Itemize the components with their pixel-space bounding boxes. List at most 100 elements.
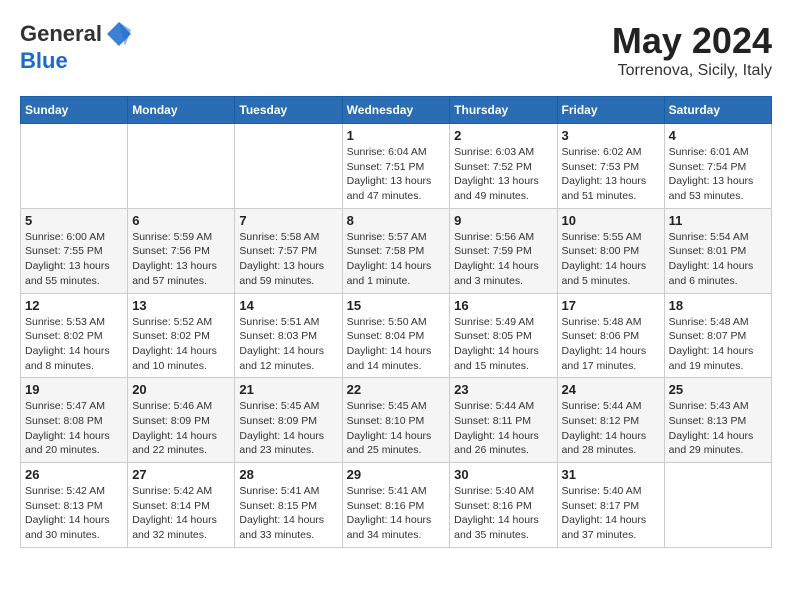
- calendar-cell: 3Sunrise: 6:02 AMSunset: 7:53 PMDaylight…: [557, 124, 664, 209]
- calendar-cell: 10Sunrise: 5:55 AMSunset: 8:00 PMDayligh…: [557, 208, 664, 293]
- day-info: Sunrise: 5:46 AMSunset: 8:09 PMDaylight:…: [132, 399, 230, 458]
- calendar-cell: 8Sunrise: 5:57 AMSunset: 7:58 PMDaylight…: [342, 208, 450, 293]
- page-header: General Blue May 2024 Torrenova, Sicily,…: [20, 20, 772, 80]
- calendar-week-row: 12 Sunrise: 5:53 AMSunset: 8:02 PMDayligh…: [21, 293, 772, 378]
- calendar-cell: 11 Sunrise: 5:54 AMSunset: 8:01 PMDayligh…: [664, 208, 771, 293]
- calendar-cell: 17 Sunrise: 5:48 AMSunset: 8:06 PMDayligh…: [557, 293, 664, 378]
- day-number: 21: [239, 382, 337, 397]
- day-info: Sunrise: 5:42 AMSunset: 8:14 PMDaylight:…: [132, 484, 230, 543]
- day-info: Sunrise: 5:47 AMSunset: 8:08 PMDaylight:…: [25, 399, 123, 458]
- day-info: Sunrise: 5:40 AMSunset: 8:16 PMDaylight:…: [454, 484, 552, 543]
- day-info: Sunrise: 5:55 AMSunset: 8:00 PMDaylight:…: [562, 230, 660, 289]
- calendar-cell: 23Sunrise: 5:44 AMSunset: 8:11 PMDayligh…: [450, 378, 557, 463]
- day-number: 5: [25, 213, 123, 228]
- day-header-tuesday: Tuesday: [235, 97, 342, 124]
- day-info: Sunrise: 5:43 AMSunset: 8:13 PMDaylight:…: [669, 399, 767, 458]
- day-info: Sunrise: 6:00 AMSunset: 7:55 PMDaylight:…: [25, 230, 123, 289]
- day-info: Sunrise: 5:58 AMSunset: 7:57 PMDaylight:…: [239, 230, 337, 289]
- calendar-cell: 9 Sunrise: 5:56 AMSunset: 7:59 PMDaylight…: [450, 208, 557, 293]
- calendar-cell: 24 Sunrise: 5:44 AMSunset: 8:12 PMDayligh…: [557, 378, 664, 463]
- logo-general-text: General: [20, 21, 102, 47]
- calendar-cell: 14 Sunrise: 5:51 AMSunset: 8:03 PMDayligh…: [235, 293, 342, 378]
- calendar-cell: 20 Sunrise: 5:46 AMSunset: 8:09 PMDayligh…: [128, 378, 235, 463]
- calendar-header-row: SundayMondayTuesdayWednesdayThursdayFrid…: [21, 97, 772, 124]
- calendar-cell: 26 Sunrise: 5:42 AMSunset: 8:13 PMDayligh…: [21, 463, 128, 548]
- location: Torrenova, Sicily, Italy: [612, 62, 772, 80]
- day-info: Sunrise: 5:53 AMSunset: 8:02 PMDaylight:…: [25, 315, 123, 374]
- day-number: 18: [669, 298, 767, 313]
- day-number: 24: [562, 382, 660, 397]
- calendar-cell: 30 Sunrise: 5:40 AMSunset: 8:16 PMDayligh…: [450, 463, 557, 548]
- day-number: 9: [454, 213, 552, 228]
- day-number: 4: [669, 128, 767, 143]
- day-info: Sunrise: 5:48 AMSunset: 8:06 PMDaylight:…: [562, 315, 660, 374]
- day-info: Sunrise: 5:50 AMSunset: 8:04 PMDaylight:…: [347, 315, 446, 374]
- day-number: 29: [347, 467, 446, 482]
- day-info: Sunrise: 5:44 AMSunset: 8:11 PMDaylight:…: [454, 399, 552, 458]
- day-number: 28: [239, 467, 337, 482]
- day-number: 22: [347, 382, 446, 397]
- day-info: Sunrise: 5:52 AMSunset: 8:02 PMDaylight:…: [132, 315, 230, 374]
- calendar-cell: [21, 124, 128, 209]
- calendar-cell: [664, 463, 771, 548]
- calendar-cell: 27 Sunrise: 5:42 AMSunset: 8:14 PMDayligh…: [128, 463, 235, 548]
- day-info: Sunrise: 6:03 AMSunset: 7:52 PMDaylight:…: [454, 145, 552, 204]
- calendar-cell: 31Sunrise: 5:40 AMSunset: 8:17 PMDayligh…: [557, 463, 664, 548]
- day-number: 12: [25, 298, 123, 313]
- day-number: 16: [454, 298, 552, 313]
- day-number: 20: [132, 382, 230, 397]
- calendar-cell: 19Sunrise: 5:47 AMSunset: 8:08 PMDayligh…: [21, 378, 128, 463]
- day-info: Sunrise: 5:56 AMSunset: 7:59 PMDaylight:…: [454, 230, 552, 289]
- day-info: Sunrise: 5:44 AMSunset: 8:12 PMDaylight:…: [562, 399, 660, 458]
- calendar-cell: 2 Sunrise: 6:03 AMSunset: 7:52 PMDaylight…: [450, 124, 557, 209]
- day-number: 8: [347, 213, 446, 228]
- day-number: 26: [25, 467, 123, 482]
- logo-blue-text: Blue: [20, 48, 133, 74]
- day-header-thursday: Thursday: [450, 97, 557, 124]
- calendar-cell: 4Sunrise: 6:01 AMSunset: 7:54 PMDaylight…: [664, 124, 771, 209]
- day-number: 6: [132, 213, 230, 228]
- day-number: 15: [347, 298, 446, 313]
- day-number: 14: [239, 298, 337, 313]
- calendar-cell: 1Sunrise: 6:04 AMSunset: 7:51 PMDaylight…: [342, 124, 450, 209]
- day-number: 17: [562, 298, 660, 313]
- day-header-friday: Friday: [557, 97, 664, 124]
- day-info: Sunrise: 5:42 AMSunset: 8:13 PMDaylight:…: [25, 484, 123, 543]
- calendar-cell: 28 Sunrise: 5:41 AMSunset: 8:15 PMDayligh…: [235, 463, 342, 548]
- calendar-week-row: 5 Sunrise: 6:00 AMSunset: 7:55 PMDaylight…: [21, 208, 772, 293]
- day-number: 30: [454, 467, 552, 482]
- day-info: Sunrise: 5:45 AMSunset: 8:09 PMDaylight:…: [239, 399, 337, 458]
- calendar-cell: 25 Sunrise: 5:43 AMSunset: 8:13 PMDayligh…: [664, 378, 771, 463]
- day-number: 27: [132, 467, 230, 482]
- calendar-cell: 7 Sunrise: 5:58 AMSunset: 7:57 PMDaylight…: [235, 208, 342, 293]
- day-number: 7: [239, 213, 337, 228]
- month-title: May 2024: [612, 20, 772, 62]
- calendar-cell: 5 Sunrise: 6:00 AMSunset: 7:55 PMDaylight…: [21, 208, 128, 293]
- calendar-cell: 22Sunrise: 5:45 AMSunset: 8:10 PMDayligh…: [342, 378, 450, 463]
- day-number: 2: [454, 128, 552, 143]
- calendar-cell: 13Sunrise: 5:52 AMSunset: 8:02 PMDayligh…: [128, 293, 235, 378]
- title-block: May 2024 Torrenova, Sicily, Italy: [612, 20, 772, 80]
- calendar-cell: 18 Sunrise: 5:48 AMSunset: 8:07 PMDayligh…: [664, 293, 771, 378]
- day-info: Sunrise: 5:54 AMSunset: 8:01 PMDaylight:…: [669, 230, 767, 289]
- day-info: Sunrise: 5:49 AMSunset: 8:05 PMDaylight:…: [454, 315, 552, 374]
- calendar-week-row: 26 Sunrise: 5:42 AMSunset: 8:13 PMDayligh…: [21, 463, 772, 548]
- calendar-cell: [235, 124, 342, 209]
- day-number: 11: [669, 213, 767, 228]
- calendar-cell: 29Sunrise: 5:41 AMSunset: 8:16 PMDayligh…: [342, 463, 450, 548]
- day-header-wednesday: Wednesday: [342, 97, 450, 124]
- day-info: Sunrise: 5:41 AMSunset: 8:15 PMDaylight:…: [239, 484, 337, 543]
- calendar-cell: 16 Sunrise: 5:49 AMSunset: 8:05 PMDayligh…: [450, 293, 557, 378]
- day-info: Sunrise: 6:04 AMSunset: 7:51 PMDaylight:…: [347, 145, 446, 204]
- day-number: 25: [669, 382, 767, 397]
- calendar-cell: 21 Sunrise: 5:45 AMSunset: 8:09 PMDayligh…: [235, 378, 342, 463]
- day-info: Sunrise: 5:48 AMSunset: 8:07 PMDaylight:…: [669, 315, 767, 374]
- day-info: Sunrise: 5:40 AMSunset: 8:17 PMDaylight:…: [562, 484, 660, 543]
- day-info: Sunrise: 5:51 AMSunset: 8:03 PMDaylight:…: [239, 315, 337, 374]
- calendar-cell: 12 Sunrise: 5:53 AMSunset: 8:02 PMDayligh…: [21, 293, 128, 378]
- logo: General Blue: [20, 20, 133, 74]
- calendar-cell: 6Sunrise: 5:59 AMSunset: 7:56 PMDaylight…: [128, 208, 235, 293]
- calendar-cell: [128, 124, 235, 209]
- day-header-saturday: Saturday: [664, 97, 771, 124]
- day-number: 3: [562, 128, 660, 143]
